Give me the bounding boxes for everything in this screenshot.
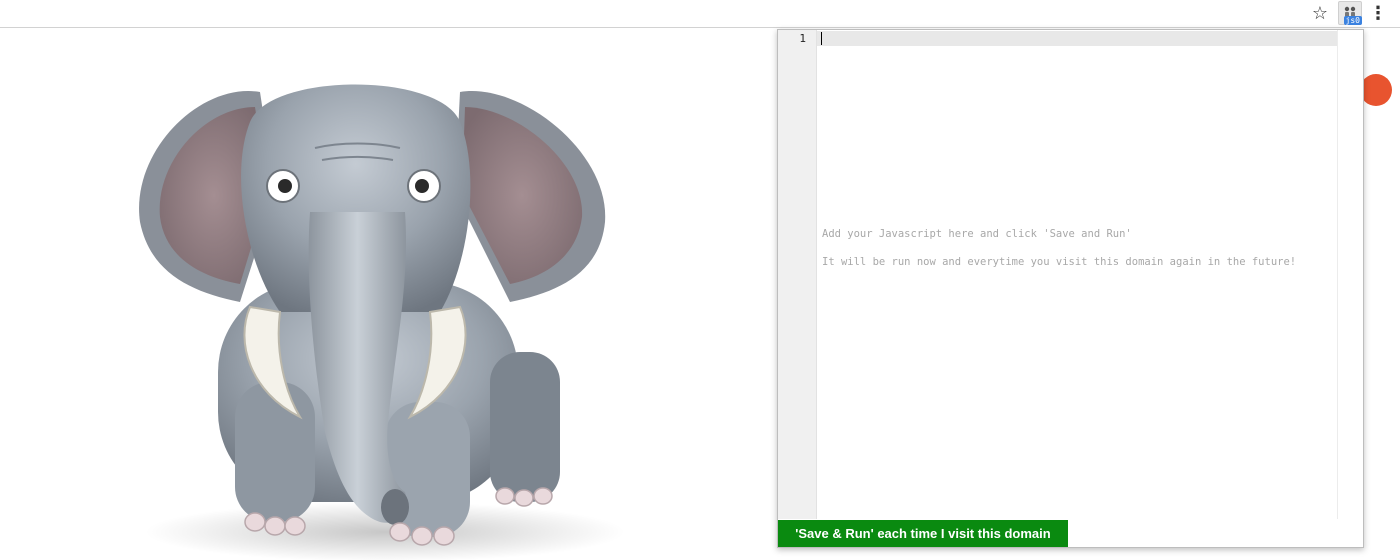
extension-icon[interactable]: js0: [1338, 1, 1362, 25]
code-editor[interactable]: 1 Add your Javascript here and click 'Sa…: [778, 30, 1363, 519]
placeholder-line-2: It will be run now and everytime you vis…: [822, 256, 1297, 268]
line-number: 1: [799, 32, 806, 45]
editor-scroll-rail: [1337, 30, 1338, 519]
elephant-image: [139, 84, 625, 560]
menu-icon[interactable]: ⋮: [1368, 2, 1388, 24]
extension-badge: js0: [1343, 16, 1362, 25]
line-gutter: 1: [778, 30, 817, 519]
browser-toolbar: ☆ js0 ⋮: [0, 0, 1400, 28]
browser-window: ☆ js0 ⋮ 1 Add your Javascript here and c…: [0, 0, 1400, 560]
save-and-run-button[interactable]: 'Save & Run' each time I visit this doma…: [778, 520, 1068, 547]
bookmark-star-icon[interactable]: ☆: [1309, 2, 1331, 24]
editor-placeholder: Add your Javascript here and click 'Save…: [822, 227, 1332, 269]
active-line-highlight: [817, 31, 1337, 46]
js-injector-popup: 1 Add your Javascript here and click 'Sa…: [777, 29, 1364, 548]
placeholder-line-1: Add your Javascript here and click 'Save…: [822, 228, 1132, 240]
text-cursor: [821, 32, 822, 45]
page-action-button[interactable]: [1360, 74, 1392, 106]
